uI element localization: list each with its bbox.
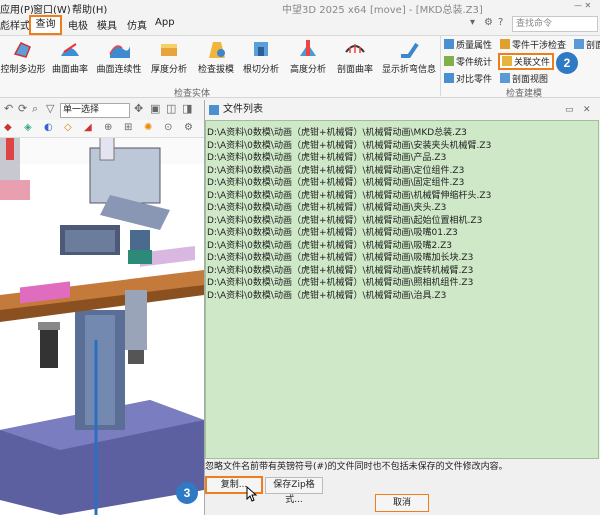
tab-style[interactable]: 彪样式 xyxy=(0,17,30,32)
settings-icon[interactable]: ⚙ xyxy=(484,17,493,28)
control-polygon-button[interactable]: 控制多边形 xyxy=(0,38,46,75)
undercut-analysis-button[interactable]: 根切分析 xyxy=(240,38,282,75)
surface-curvature-icon xyxy=(61,43,79,56)
compare-parts-button[interactable]: 对比零件 xyxy=(444,72,492,85)
assembly-icon[interactable]: ◈ xyxy=(24,122,32,133)
measure-icon[interactable]: ◢ xyxy=(84,122,92,133)
file-row[interactable]: D:\A资料\0数模\动画（虎钳+机械臂）\机械臂动画\起始位置相机.Z3 xyxy=(206,215,598,228)
part-statistics-button[interactable]: 零件统计 xyxy=(444,55,492,68)
wireframe-icon[interactable]: ◇ xyxy=(64,122,72,133)
file-row[interactable]: D:\A资料\0数模\动画（虎钳+机械臂）\机械臂动画\照相机组件.Z3 xyxy=(206,277,598,290)
pin-icon[interactable]: ▭ xyxy=(565,100,574,120)
help-icon[interactable]: ? xyxy=(498,17,503,28)
sun-icon[interactable]: ✺ xyxy=(144,122,152,133)
tab-query[interactable]: 查询 xyxy=(29,15,62,35)
dialog-icon xyxy=(209,105,219,115)
section-curvature-button[interactable]: 剖面曲率 xyxy=(334,38,376,75)
interference-check-button[interactable]: 零件干涉检查 xyxy=(500,38,566,51)
dialog-title: 文件列表 ▭ ✕ xyxy=(205,100,600,120)
section-button[interactable]: 剖面 xyxy=(574,38,600,51)
file-row[interactable]: D:\A资料\0数模\动画（虎钳+机械臂）\机械臂动画\产品.Z3 xyxy=(206,152,598,165)
command-search-input[interactable]: 查找命令 xyxy=(512,16,598,32)
view-toolbar: ◆ ◈ ◐ ◇ ◢ ⊕ ⊞ ✺ ⊙ ⚙ xyxy=(0,120,204,138)
pick-icon[interactable]: ✥ xyxy=(134,102,143,115)
snap-icon[interactable]: ⊕ xyxy=(104,122,112,133)
undo-icon[interactable]: ↶ xyxy=(4,102,13,115)
window-controls[interactable]: — ✕ xyxy=(574,1,591,10)
tab-electrode[interactable]: 电极 xyxy=(68,17,88,32)
undercut-analysis-icon xyxy=(254,42,268,56)
robot-arm-model xyxy=(0,100,204,515)
associated-files-icon xyxy=(502,56,512,66)
thickness-analysis-button[interactable]: 厚度分析 xyxy=(148,38,190,75)
section-view-button[interactable]: 剖面视图 xyxy=(500,72,548,85)
save-zip-button[interactable]: 保存Zip格式... xyxy=(265,477,323,505)
selection-toolbar: ↶ ⟳ ⌕ ▽ 单一选择 ✥ ▣ ◫ ◨ xyxy=(0,100,204,120)
file-list[interactable]: D:\A资料\0数模\动画（虎钳+机械臂）\机械臂动画\MKD总装.Z3 D:\… xyxy=(205,120,599,459)
file-row[interactable]: D:\A资料\0数模\动画（虎钳+机械臂）\机械臂动画\固定组件.Z3 xyxy=(206,177,598,190)
inspect-group-label: 检查实体 xyxy=(174,89,211,99)
file-row[interactable]: D:\A资料\0数模\动画（虎钳+机械臂）\机械臂动画\安装夹头机械臂.Z3 xyxy=(206,140,598,153)
file-row[interactable]: D:\A资料\0数模\动画（虎钳+机械臂）\机械臂动画\旋转机械臂.Z3 xyxy=(206,265,598,278)
mass-properties-icon xyxy=(444,39,454,49)
height-analysis-button[interactable]: 高度分析 xyxy=(286,38,330,75)
tab-app[interactable]: App xyxy=(155,17,175,28)
camera-icon[interactable]: ⊙ xyxy=(164,122,172,133)
group-divider xyxy=(440,36,441,96)
dropdown-icon[interactable]: ▾ xyxy=(470,17,475,28)
control-polygon-icon xyxy=(13,42,31,58)
shading-icon[interactable]: ◐ xyxy=(44,122,53,133)
file-row[interactable]: D:\A资料\0数模\动画（虎钳+机械臂）\机械臂动画\治具.Z3 xyxy=(206,290,598,303)
draft-check-button[interactable]: 检查拔模 xyxy=(194,38,238,75)
file-list-dialog: 文件列表 ▭ ✕ D:\A资料\0数模\动画（虎钳+机械臂）\机械臂动画\MKD… xyxy=(204,100,600,515)
surface-curvature-button[interactable]: 曲面曲率 xyxy=(50,38,90,75)
surface-continuity-icon xyxy=(109,45,130,58)
close-icon[interactable]: ✕ xyxy=(583,100,591,120)
zoom-icon[interactable]: ⌕ xyxy=(32,102,38,116)
file-row[interactable]: D:\A资料\0数模\动画（虎钳+机械臂）\机械臂动画\定位组件.Z3 xyxy=(206,165,598,178)
3d-viewport[interactable] xyxy=(0,100,204,515)
display-icon[interactable]: ◨ xyxy=(182,102,192,115)
bend-info-icon xyxy=(401,42,419,58)
part-icon[interactable]: ◆ xyxy=(4,122,12,133)
ignore-note: 忽略文件名前带有英镑符号(#)的文件同时也不包括未保存的文件修改内容。 xyxy=(205,462,508,472)
section-curvature-icon xyxy=(345,44,365,53)
compare-parts-icon xyxy=(444,73,454,83)
check-group-label: 检查建模 xyxy=(506,89,543,99)
cancel-button[interactable]: 取消 xyxy=(375,494,429,512)
grid-icon[interactable]: ⊞ xyxy=(124,122,132,133)
height-analysis-icon xyxy=(300,40,316,56)
ribbon-tabs: 彪样式 查询 电极 模具 仿真 App ▾ ⚙ ? 查找命令 xyxy=(0,14,600,36)
tab-mold[interactable]: 模具 xyxy=(97,17,117,32)
step-badge-2: 2 xyxy=(556,52,578,74)
rotate-icon[interactable]: ⟳ xyxy=(18,102,27,115)
mouse-cursor-icon xyxy=(246,486,258,502)
tab-simulation[interactable]: 仿真 xyxy=(127,17,147,32)
file-row[interactable]: D:\A资料\0数模\动画（虎钳+机械臂）\机械臂动画\机械臂伸缩杆头.Z3 xyxy=(206,190,598,203)
file-row[interactable]: D:\A资料\0数模\动画（虎钳+机械臂）\机械臂动画\吸嘴2.Z3 xyxy=(206,240,598,253)
thickness-analysis-icon xyxy=(161,44,177,56)
section-view-icon xyxy=(500,73,510,83)
step-badge-3: 3 xyxy=(176,482,198,504)
ribbon-panel: 控制多边形 曲面曲率 曲面连续性 厚度分析 检查拔模 根切分析 高度分析 剖面曲… xyxy=(0,36,600,99)
file-row[interactable]: D:\A资料\0数模\动画（虎钳+机械臂）\机械臂动画\吸嘴加长块.Z3 xyxy=(206,252,598,265)
file-row[interactable]: D:\A资料\0数模\动画（虎钳+机械臂）\机械臂动画\吸嘴01.Z3 xyxy=(206,227,598,240)
show-bend-info-button[interactable]: 显示折弯信息 xyxy=(380,38,438,75)
view-icon[interactable]: ◫ xyxy=(166,102,176,115)
interference-icon xyxy=(500,39,510,49)
file-row[interactable]: D:\A资料\0数模\动画（虎钳+机械臂）\机械臂动画\MKD总装.Z3 xyxy=(206,127,598,140)
layer-icon[interactable]: ▣ xyxy=(150,102,160,115)
file-row[interactable]: D:\A资料\0数模\动画（虎钳+机械臂）\机械臂动画\夹头.Z3 xyxy=(206,202,598,215)
part-statistics-icon xyxy=(444,56,454,66)
mass-properties-button[interactable]: 质量属性 xyxy=(444,38,492,51)
filter-icon[interactable]: ▽ xyxy=(46,102,54,115)
draft-check-icon xyxy=(209,42,225,58)
selection-filter-select[interactable]: 单一选择 xyxy=(60,103,130,118)
menu-bar: 应用(P) 窗口(W) 帮助(H) 中望3D 2025 x64 [move] -… xyxy=(0,0,600,16)
settings-small-icon[interactable]: ⚙ xyxy=(184,122,193,133)
associated-files-button[interactable]: 关联文件 xyxy=(498,53,555,70)
section-icon xyxy=(574,39,584,49)
surface-continuity-button[interactable]: 曲面连续性 xyxy=(94,38,144,75)
